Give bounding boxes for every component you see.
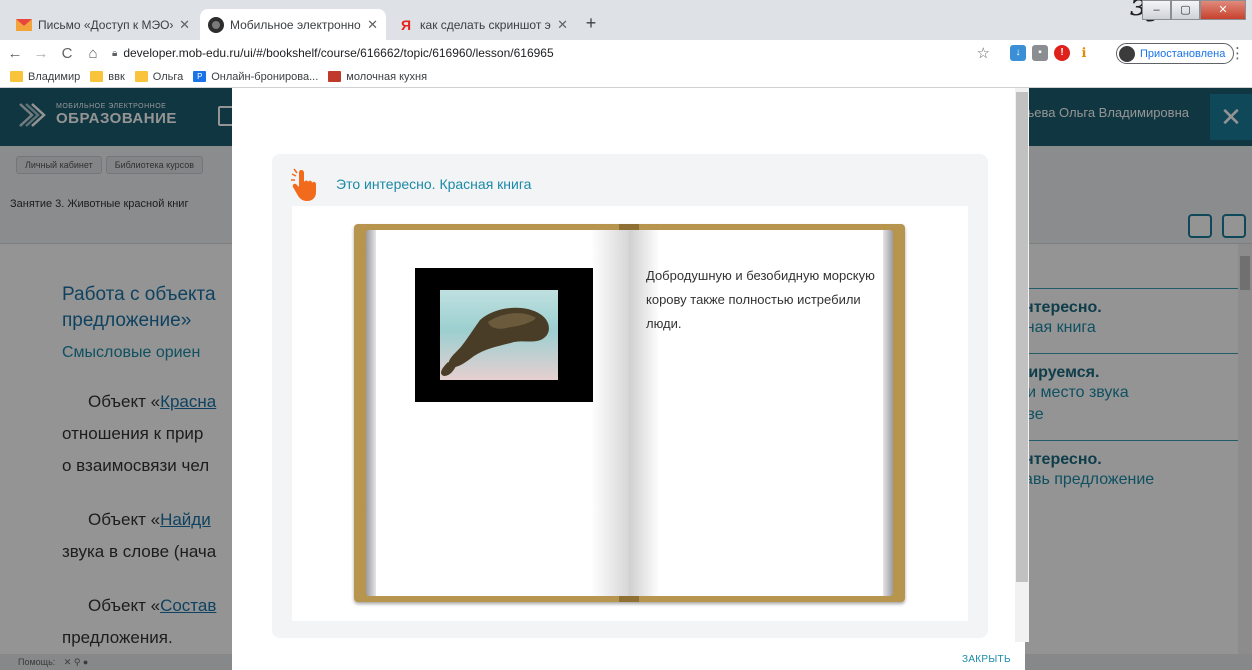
modal-title: Это интересно. Красная книга xyxy=(336,176,532,192)
profile-label: Приостановлена xyxy=(1140,47,1226,60)
tab-yandex[interactable]: Я как сделать скриншот экрана н ✕ xyxy=(390,9,576,40)
bookmark-label: молочная кухня xyxy=(346,70,428,83)
p-icon: P xyxy=(193,71,207,82)
book-spine xyxy=(619,596,639,602)
browser-toolbar: ← → C ⌂ 🔒︎ developer.mob-edu.ru/ui/#/boo… xyxy=(0,40,1252,66)
maximize-button[interactable]: ▢ xyxy=(1171,0,1200,20)
tab-mail[interactable]: Письмо «Доступ к МЭО» — Род ✕ xyxy=(8,9,198,40)
address-bar[interactable]: 🔒︎ developer.mob-edu.ru/ui/#/bookshelf/c… xyxy=(112,41,992,65)
yandex-icon: Я xyxy=(400,16,412,33)
profile-button[interactable]: Приостановлена xyxy=(1116,43,1235,64)
folder-icon xyxy=(134,71,148,82)
tab-title: как сделать скриншот экрана н xyxy=(420,17,551,32)
bookmark-item[interactable]: Ольга xyxy=(134,70,184,83)
bookmark-item[interactable]: молочная кухня xyxy=(328,71,427,83)
book-spine xyxy=(619,224,639,230)
avatar xyxy=(1119,45,1135,62)
book-text: Добродушную и безобидную морскую корову … xyxy=(646,268,875,331)
bookmark-icon xyxy=(328,71,342,82)
bookmark-label: Ольга xyxy=(152,70,184,83)
bookmark-item[interactable]: ввк xyxy=(90,71,125,83)
forward-icon[interactable]: → xyxy=(30,45,52,62)
tab-strip: Письмо «Доступ к МЭО» — Род ✕ Мобильное … xyxy=(0,0,1252,40)
bookmark-label: Онлайн-бронирова... xyxy=(211,70,319,83)
back-icon[interactable]: ← xyxy=(4,45,26,62)
close-tab-icon[interactable]: ✕ xyxy=(557,17,568,33)
sea-cow-picture xyxy=(415,268,593,402)
home-icon[interactable]: ⌂ xyxy=(82,45,104,62)
bookmark-label: ввк xyxy=(108,70,125,83)
meo-icon xyxy=(208,16,224,33)
new-tab-button[interactable]: + xyxy=(580,13,602,35)
tab-meo[interactable]: Мобильное электронное образ ✕ xyxy=(200,9,386,40)
reload-icon[interactable]: C xyxy=(56,45,78,62)
extension-icon[interactable]: ℹ xyxy=(1076,45,1092,61)
extension-icon[interactable]: ! xyxy=(1054,45,1070,61)
scrollbar-thumb[interactable] xyxy=(1016,92,1028,582)
extension-icon[interactable]: ▪ xyxy=(1032,45,1048,61)
close-tab-icon[interactable]: ✕ xyxy=(179,17,190,33)
menu-icon[interactable]: ⋮ xyxy=(1230,44,1245,62)
bookmark-item[interactable]: Владимир xyxy=(10,71,80,83)
modal-scrollbar[interactable] xyxy=(1015,88,1029,642)
extension-icon[interactable]: ↓ xyxy=(1010,45,1026,61)
bookmark-item[interactable]: P Онлайн-бронирова... xyxy=(193,71,318,83)
pointing-hand-icon xyxy=(291,168,316,201)
minimize-button[interactable]: ‒ xyxy=(1142,0,1171,20)
close-button[interactable]: ЗАКРЫТЬ xyxy=(962,654,1011,665)
folder-icon xyxy=(90,71,104,82)
mail-icon xyxy=(16,17,32,33)
window-controls: ‒ ▢ ✕ xyxy=(1142,0,1246,22)
book-edge xyxy=(883,230,893,596)
bookmark-star-icon[interactable]: ☆ xyxy=(977,44,990,62)
url-text: developer.mob-edu.ru/ui/#/bookshelf/cour… xyxy=(123,46,554,60)
lock-icon: 🔒︎ xyxy=(112,47,118,59)
close-tab-icon[interactable]: ✕ xyxy=(367,17,378,33)
tab-title: Мобильное электронное образ xyxy=(230,17,362,32)
sea-cow-image xyxy=(440,290,558,380)
book-edge xyxy=(366,230,376,596)
close-window-button[interactable]: ✕ xyxy=(1200,0,1246,20)
folder-icon xyxy=(10,71,23,82)
bookmark-label: Владимир xyxy=(28,70,81,83)
bookmarks-bar: Владимир ввк Ольга P Онлайн-бронирова...… xyxy=(0,66,1252,88)
tab-title: Письмо «Доступ к МЭО» — Род xyxy=(38,17,174,32)
